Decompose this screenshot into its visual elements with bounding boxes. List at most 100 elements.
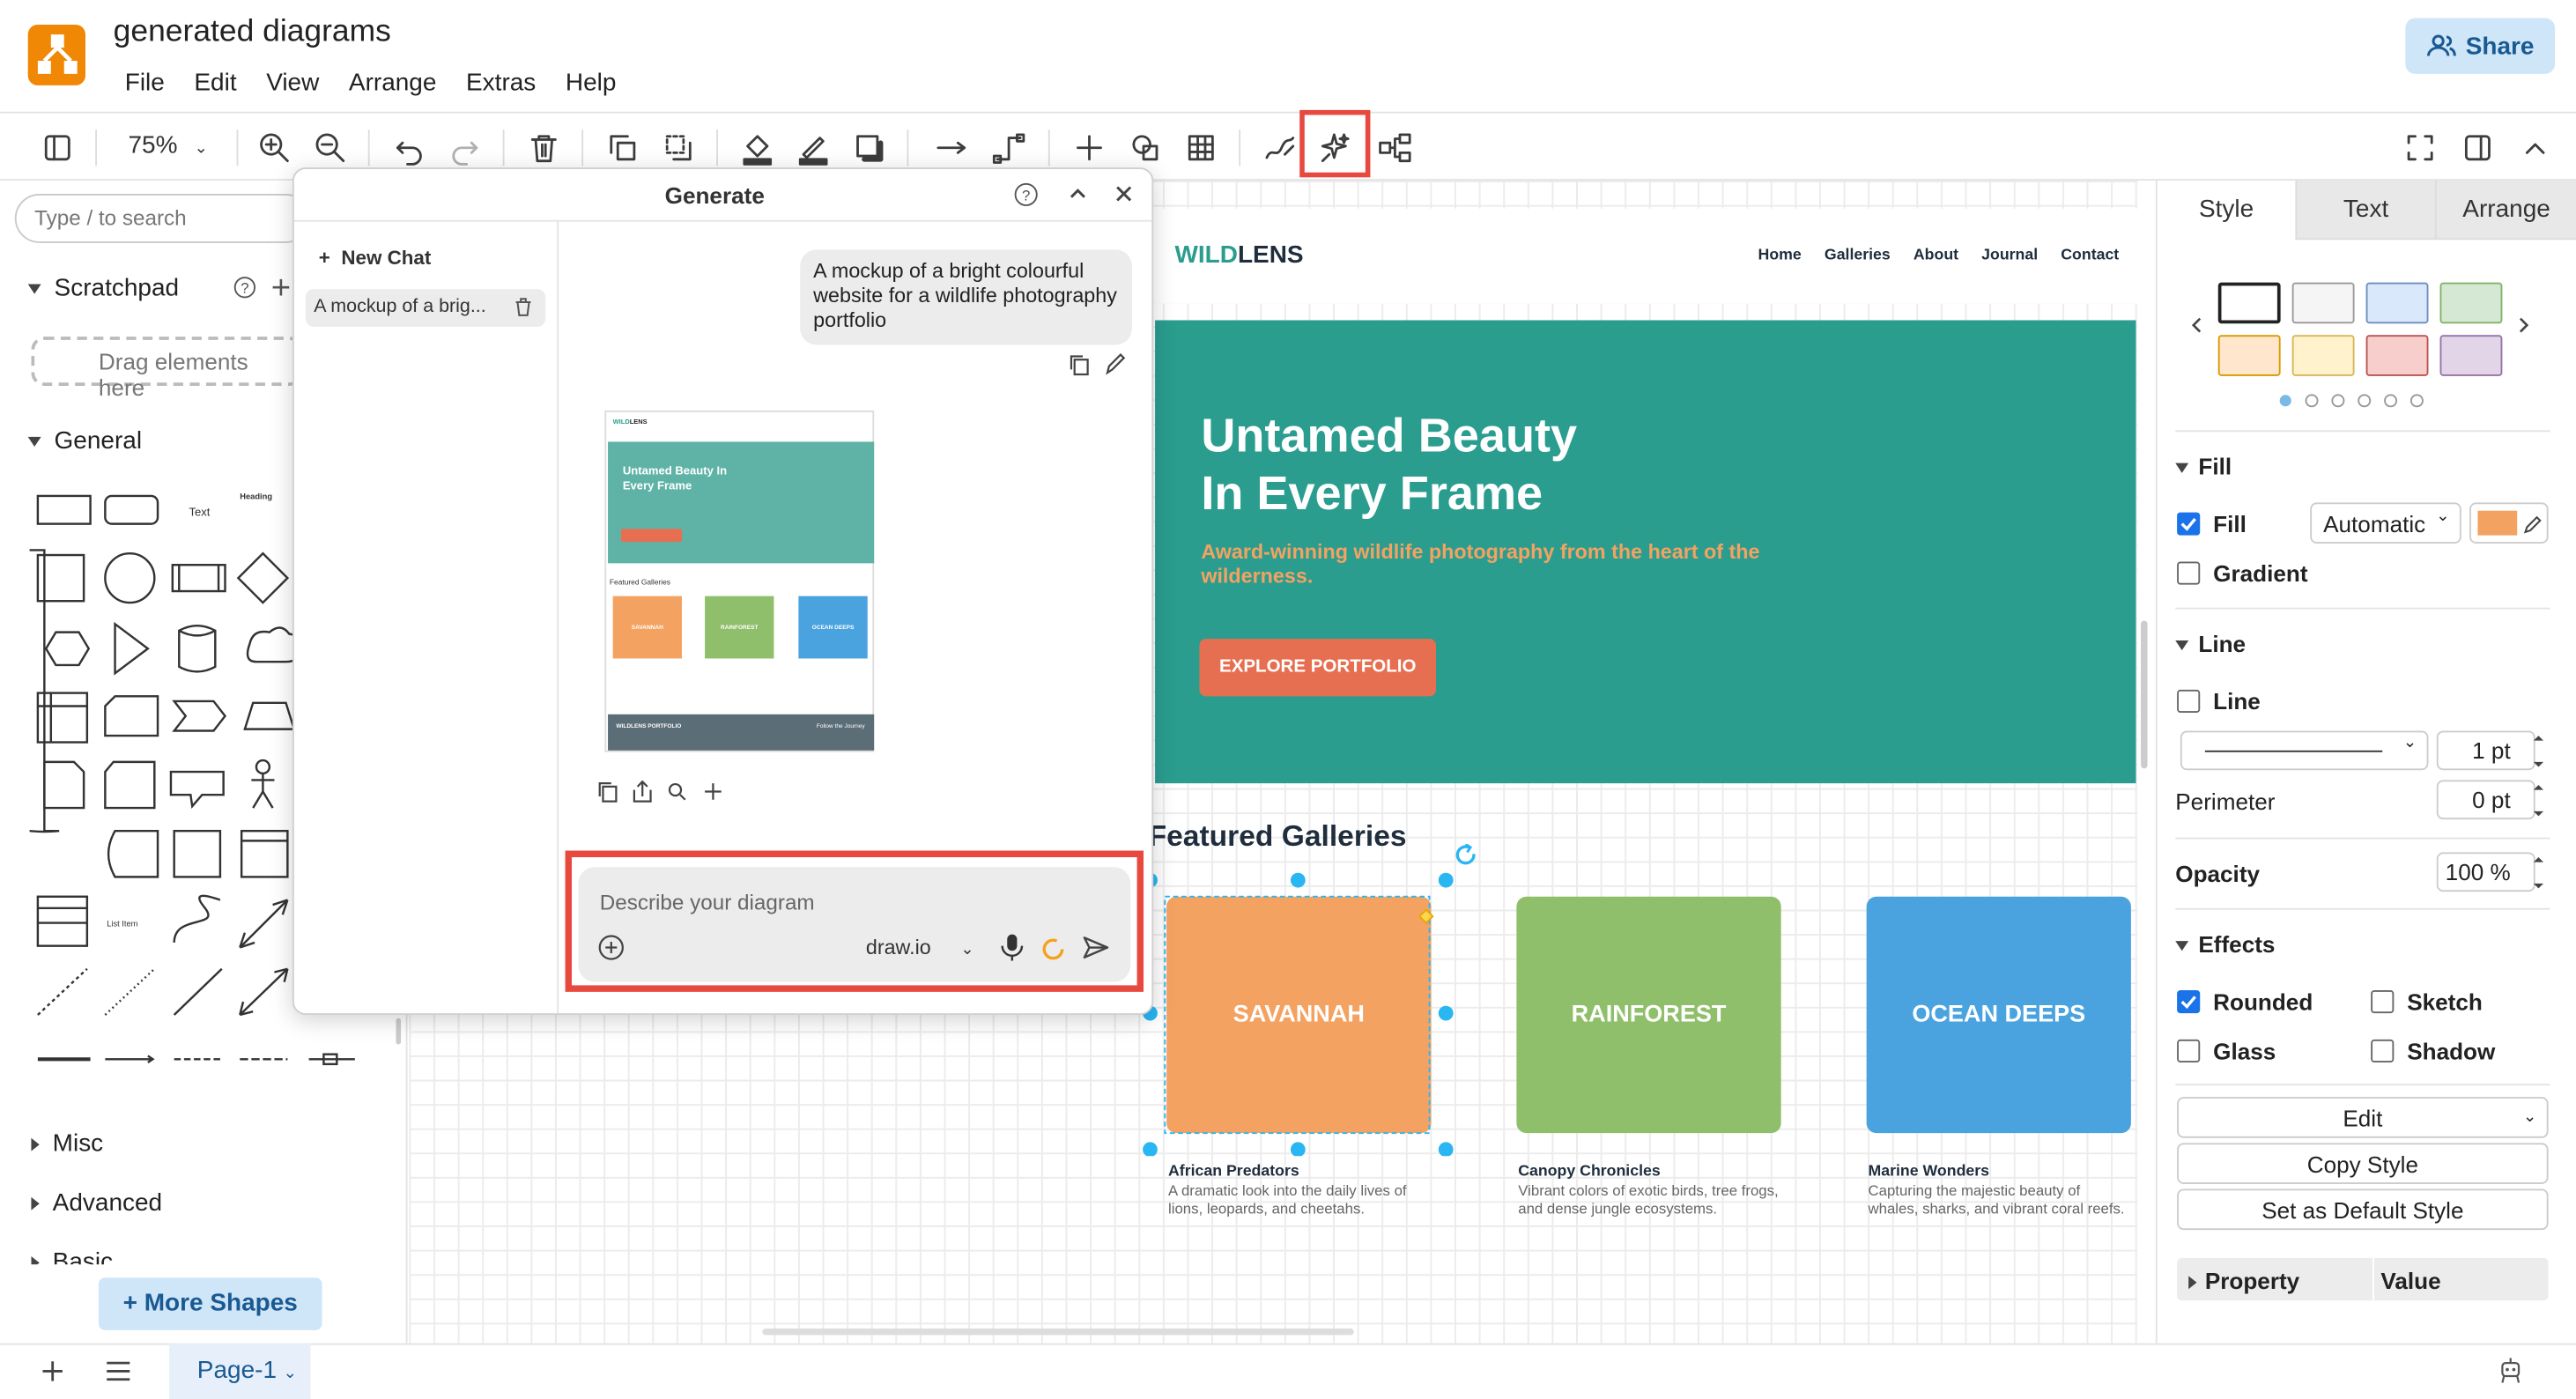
chevron-right-icon[interactable] xyxy=(2515,315,2532,335)
insert-diagram-icon[interactable] xyxy=(705,783,722,800)
line-width-input[interactable]: 1 pt xyxy=(2436,730,2535,771)
panel-resize-handle[interactable] xyxy=(2141,620,2148,769)
menu-extras[interactable]: Extras xyxy=(466,69,536,97)
fill-section-header[interactable]: Fill xyxy=(2175,453,2232,479)
misc-header[interactable]: Misc xyxy=(31,1129,103,1158)
menu-help[interactable]: Help xyxy=(566,69,617,97)
zoom-in-icon[interactable] xyxy=(256,130,292,166)
zoom-dropdown[interactable]: 75% ⌄ xyxy=(128,131,208,159)
generated-diagram-preview[interactable]: WILDLENS Untamed Beauty In Every Frame F… xyxy=(604,411,875,752)
scratchpad-header[interactable]: Scratchpad xyxy=(27,274,179,302)
more-shapes-button[interactable]: + More Shapes xyxy=(98,1277,322,1330)
shapes-icon[interactable] xyxy=(1127,130,1163,166)
fullscreen-icon[interactable] xyxy=(2402,130,2439,166)
zoom-out-icon[interactable] xyxy=(312,130,348,166)
style-swatch[interactable] xyxy=(2365,335,2429,376)
minimize-icon[interactable] xyxy=(1068,184,1087,204)
tab-arrange[interactable]: Arrange xyxy=(2434,181,2576,241)
menu-arrange[interactable]: Arrange xyxy=(349,69,437,97)
line-style-select[interactable]: ⌄ xyxy=(2180,730,2429,771)
redo-icon[interactable] xyxy=(447,130,483,166)
general-header[interactable]: General xyxy=(27,427,142,455)
eyedropper-icon[interactable] xyxy=(2522,513,2542,536)
tab-style[interactable]: Style xyxy=(2158,181,2296,240)
help-icon[interactable]: ? xyxy=(1014,182,1039,207)
gallery-card-rainforest[interactable]: RAINFOREST xyxy=(1516,896,1781,1134)
waypoints-icon[interactable] xyxy=(991,130,1027,166)
insert-icon[interactable] xyxy=(1071,130,1107,166)
zoom-preview-icon[interactable] xyxy=(668,782,686,801)
style-swatch[interactable] xyxy=(2439,335,2503,376)
fill-checkbox[interactable] xyxy=(2177,512,2201,536)
undo-icon[interactable] xyxy=(391,130,427,166)
chat-history-item[interactable]: A mockup of a brig... xyxy=(305,289,546,327)
set-default-style-button[interactable]: Set as Default Style xyxy=(2177,1188,2549,1231)
fill-section-label: Fill xyxy=(2198,453,2232,480)
fill-mode-select[interactable]: Automatic ⌄ xyxy=(2310,502,2461,544)
style-swatch[interactable] xyxy=(2291,335,2355,376)
line-color-icon[interactable] xyxy=(796,130,832,166)
style-swatch[interactable] xyxy=(2365,282,2429,324)
horizontal-scrollbar[interactable] xyxy=(762,1328,1354,1336)
trash-icon[interactable] xyxy=(514,297,533,316)
glass-checkbox[interactable] xyxy=(2177,1039,2201,1063)
add-page-icon[interactable] xyxy=(41,1359,64,1382)
menu-file[interactable]: File xyxy=(125,69,165,97)
opacity-input[interactable]: 100 % xyxy=(2436,852,2535,892)
basic-header[interactable]: Basic xyxy=(31,1248,113,1265)
gallery-card-title: African Predators xyxy=(1168,1162,1299,1181)
shadow-icon[interactable] xyxy=(851,130,887,166)
sketch-checkbox[interactable] xyxy=(2371,989,2395,1014)
chevron-left-icon[interactable] xyxy=(2188,315,2205,335)
effects-section-header[interactable]: Effects xyxy=(2175,931,2275,958)
sidebar-toggle-icon[interactable] xyxy=(40,130,76,166)
layout-icon[interactable] xyxy=(1377,130,1413,166)
menu-view[interactable]: View xyxy=(266,69,319,97)
to-front-icon[interactable] xyxy=(604,130,640,166)
add-icon[interactable] xyxy=(270,276,292,299)
perimeter-input[interactable]: 0 pt xyxy=(2436,780,2535,820)
close-icon[interactable] xyxy=(1114,184,1133,204)
shadow-checkbox[interactable] xyxy=(2371,1039,2395,1063)
collapse-icon[interactable] xyxy=(2517,130,2553,166)
tab-text[interactable]: Text xyxy=(2295,181,2435,241)
gallery-card-ocean-deeps[interactable]: OCEAN DEEPS xyxy=(1866,896,2131,1134)
scratchpad-dropzone[interactable]: Drag elements here xyxy=(31,337,303,401)
style-swatch[interactable] xyxy=(2291,282,2355,324)
format-panel-icon[interactable] xyxy=(2460,130,2496,166)
gradient-checkbox[interactable] xyxy=(2177,561,2201,585)
style-swatch[interactable] xyxy=(2439,282,2503,324)
new-chat-button[interactable]: + New Chat xyxy=(319,247,432,270)
swatch-pager[interactable] xyxy=(2277,392,2429,409)
line-section-header[interactable]: Line xyxy=(2175,631,2246,657)
document-title[interactable]: generated diagrams xyxy=(114,15,391,51)
copy-style-button[interactable]: Copy Style xyxy=(2177,1143,2549,1184)
spinner-arrows[interactable] xyxy=(2530,732,2547,896)
connection-icon[interactable] xyxy=(933,130,969,166)
shape-search-input[interactable]: Type / to search xyxy=(14,193,311,243)
pages-menu-icon[interactable] xyxy=(105,1361,131,1381)
line-checkbox[interactable] xyxy=(2177,689,2201,713)
page-tab[interactable]: Page-1 ⌄ xyxy=(169,1343,311,1399)
freehand-icon[interactable] xyxy=(1262,130,1298,166)
menu-edit[interactable]: Edit xyxy=(194,69,236,97)
sparkles-icon[interactable] xyxy=(1318,130,1354,166)
edit-pencil-icon[interactable] xyxy=(1104,353,1126,376)
help-icon[interactable]: ? xyxy=(233,276,256,299)
selection-handles[interactable] xyxy=(1138,844,1477,1157)
edit-style-button[interactable]: Edit ⌄ xyxy=(2177,1097,2549,1138)
copy-icon[interactable] xyxy=(1068,353,1089,376)
copy-icon[interactable] xyxy=(598,782,618,803)
style-swatch[interactable] xyxy=(2217,282,2281,324)
advanced-header[interactable]: Advanced xyxy=(31,1189,162,1217)
table-icon[interactable] xyxy=(1183,130,1219,166)
fill-color-picker[interactable] xyxy=(2469,502,2549,544)
rounded-checkbox[interactable] xyxy=(2177,989,2201,1014)
fill-color-icon[interactable] xyxy=(739,130,775,166)
sidebar-resize-handle[interactable] xyxy=(396,1018,402,1045)
export-icon[interactable] xyxy=(633,780,652,803)
style-swatch[interactable] xyxy=(2217,335,2281,376)
share-button[interactable]: Share xyxy=(2405,18,2556,74)
to-back-icon[interactable] xyxy=(661,130,697,166)
delete-icon[interactable] xyxy=(526,130,562,166)
